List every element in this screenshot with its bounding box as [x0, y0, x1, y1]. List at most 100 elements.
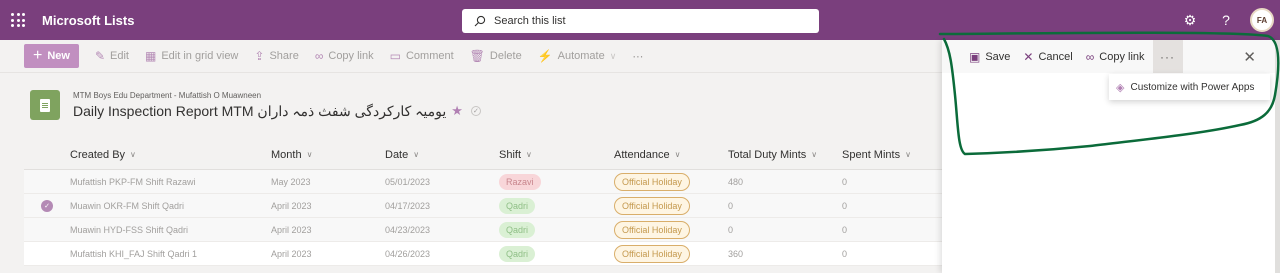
attendance-badge: Official Holiday	[614, 220, 690, 239]
column-label: Total Duty Mints	[728, 148, 807, 161]
cell-month: May 2023	[271, 176, 311, 187]
cell-month: April 2023	[271, 248, 312, 259]
cell-month: April 2023	[271, 200, 312, 211]
cell-date: 04/17/2023	[385, 200, 431, 211]
column-header-date[interactable]: Date ∨	[385, 149, 499, 161]
search-box[interactable]	[462, 9, 819, 33]
column-label: Month	[271, 148, 302, 161]
cell-date: 05/01/2023	[385, 176, 431, 187]
avatar[interactable]: FA	[1250, 8, 1274, 32]
table-row[interactable]: Mufattish PKP-FM Shift Razawi May 2023 0…	[24, 170, 942, 194]
save-label: Save	[985, 50, 1011, 63]
column-header-month[interactable]: Month ∨	[271, 149, 385, 161]
suite-bar: Microsoft Lists ⚙ ? FA	[0, 0, 1280, 40]
edit-button[interactable]: ✎ Edit	[95, 49, 129, 63]
automate-label: Automate	[557, 50, 605, 62]
plus-icon: +	[33, 47, 43, 64]
cell-total-duty-mints: 0	[728, 224, 734, 235]
chevron-down-icon: ∨	[306, 150, 313, 159]
chevron-down-icon: ∨	[413, 150, 420, 159]
gear-icon: ⚙	[1183, 11, 1197, 28]
cancel-button[interactable]: ✕ Cancel	[1023, 50, 1072, 64]
customize-power-apps-item[interactable]: Customize with Power Apps	[1130, 82, 1254, 93]
column-label: Spent Mints	[842, 148, 901, 161]
edit-grid-label: Edit in grid view	[161, 50, 239, 62]
shift-badge: Razavi	[499, 173, 541, 190]
delete-button[interactable]: 🗑 Delete	[470, 49, 522, 63]
cell-spent-mints: 0	[842, 248, 848, 259]
share-label: Share	[269, 50, 299, 62]
column-header-created-by[interactable]: Created By ∨	[70, 149, 271, 161]
delete-label: Delete	[489, 50, 522, 62]
close-panel-button[interactable]: ✕	[1243, 48, 1256, 66]
list-table: Created By ∨ Month ∨ Date ∨ Shift ∨ Attendan…	[24, 140, 942, 266]
grid-icon: ▦	[145, 49, 157, 63]
attendance-badge: Official Holiday	[614, 172, 690, 191]
chevron-down-icon: ∨	[905, 150, 911, 159]
row-select[interactable]: ✓	[24, 199, 70, 212]
trash-icon: 🗑	[469, 49, 485, 63]
cell-spent-mints: 0	[842, 176, 848, 187]
save-button[interactable]: ▣ Save	[969, 50, 1010, 64]
column-label: Date	[385, 148, 409, 161]
more-commands-label: ⋯	[632, 50, 644, 63]
column-header-spent-mints[interactable]: Spent Mints ∨	[842, 149, 942, 161]
share-button[interactable]: ⇪ Share	[254, 49, 298, 63]
suite-icons: ⚙ ? FA	[1172, 0, 1280, 40]
chevron-down-icon: ∨	[811, 150, 818, 159]
settings-button[interactable]: ⚙	[1172, 0, 1208, 40]
edit-label: Edit	[110, 50, 129, 62]
column-label: Shift	[499, 148, 522, 161]
cancel-label: Cancel	[1038, 50, 1073, 63]
column-label: Created By	[70, 148, 126, 161]
copy-link-label: Copy link	[328, 50, 374, 62]
waffle-icon	[11, 13, 25, 27]
app-launcher-button[interactable]	[0, 0, 36, 40]
save-icon: ▣	[969, 49, 981, 64]
scrollbar[interactable]	[1275, 40, 1280, 273]
chevron-down-icon: ∨	[526, 150, 532, 159]
search-input[interactable]	[494, 15, 794, 27]
cell-month: April 2023	[271, 224, 312, 235]
close-icon: ✕	[1023, 49, 1034, 64]
checkmark-icon: ✓	[41, 199, 53, 212]
list-info-icon[interactable]: ✓	[470, 106, 481, 116]
site-name[interactable]: MTM Boys Edu Department - Mufattish O Mu…	[73, 91, 481, 100]
table-row[interactable]: Muawin HYD-FSS Shift Qadri April 2023 04…	[24, 218, 942, 242]
copy-link-label: Copy link	[1099, 50, 1145, 63]
list-icon	[30, 90, 60, 120]
edit-grid-button[interactable]: ▦ Edit in grid view	[145, 49, 238, 63]
column-header-total-duty-mints[interactable]: Total Duty Mints ∨	[728, 149, 842, 161]
panel-command-bar: ▣ Save ✕ Cancel ∞ Copy link ···	[942, 40, 1280, 73]
share-icon: ⇪	[254, 49, 265, 63]
more-menu: ◈ Customize with Power Apps	[1109, 74, 1270, 100]
shift-badge: Qadri	[499, 221, 536, 238]
table-row[interactable]: Mufattish KHI_FAJ Shift Qadri 1 April 20…	[24, 242, 942, 266]
list-header: MTM Boys Edu Department - Mufattish O Mu…	[30, 90, 481, 120]
panel-more-button[interactable]: ···	[1152, 40, 1183, 73]
automate-button[interactable]: ⚡ Automate ∨	[538, 49, 617, 63]
favorite-star-icon[interactable]: ★	[451, 103, 463, 119]
column-header-shift[interactable]: Shift ∨	[499, 149, 614, 161]
link-icon: ∞	[314, 49, 324, 63]
table-header: Created By ∨ Month ∨ Date ∨ Shift ∨ Attendan…	[24, 140, 942, 170]
app-name[interactable]: Microsoft Lists	[42, 13, 134, 28]
more-commands-button[interactable]: ⋯	[632, 50, 643, 63]
close-icon: ✕	[1243, 49, 1256, 66]
new-button-label: New	[47, 50, 70, 62]
help-button[interactable]: ?	[1208, 0, 1244, 40]
pencil-icon: ✎	[94, 49, 106, 63]
cell-date: 04/23/2023	[385, 224, 431, 235]
chevron-down-icon: ∨	[674, 150, 681, 159]
comment-button[interactable]: ▭ Comment	[390, 49, 454, 63]
table-row[interactable]: ✓ Muawin OKR-FM Shift Qadri April 2023 0…	[24, 194, 942, 218]
panel-copy-link-button[interactable]: ∞ Copy link	[1086, 50, 1145, 64]
item-edit-panel: ▣ Save ✕ Cancel ∞ Copy link ··· ✕ ◈ Customi…	[942, 40, 1280, 273]
cell-created-by: Muawin HYD-FSS Shift Qadri	[70, 224, 189, 235]
cell-total-duty-mints: 480	[728, 176, 744, 187]
command-bar: + New ✎ Edit ▦ Edit in grid view ⇪ Share ∞ Co…	[0, 40, 942, 73]
link-icon: ∞	[1085, 49, 1095, 64]
new-button[interactable]: + New	[24, 44, 79, 68]
column-header-attendance[interactable]: Attendance ∨	[614, 149, 728, 161]
copy-link-button[interactable]: ∞ Copy link	[315, 49, 374, 63]
